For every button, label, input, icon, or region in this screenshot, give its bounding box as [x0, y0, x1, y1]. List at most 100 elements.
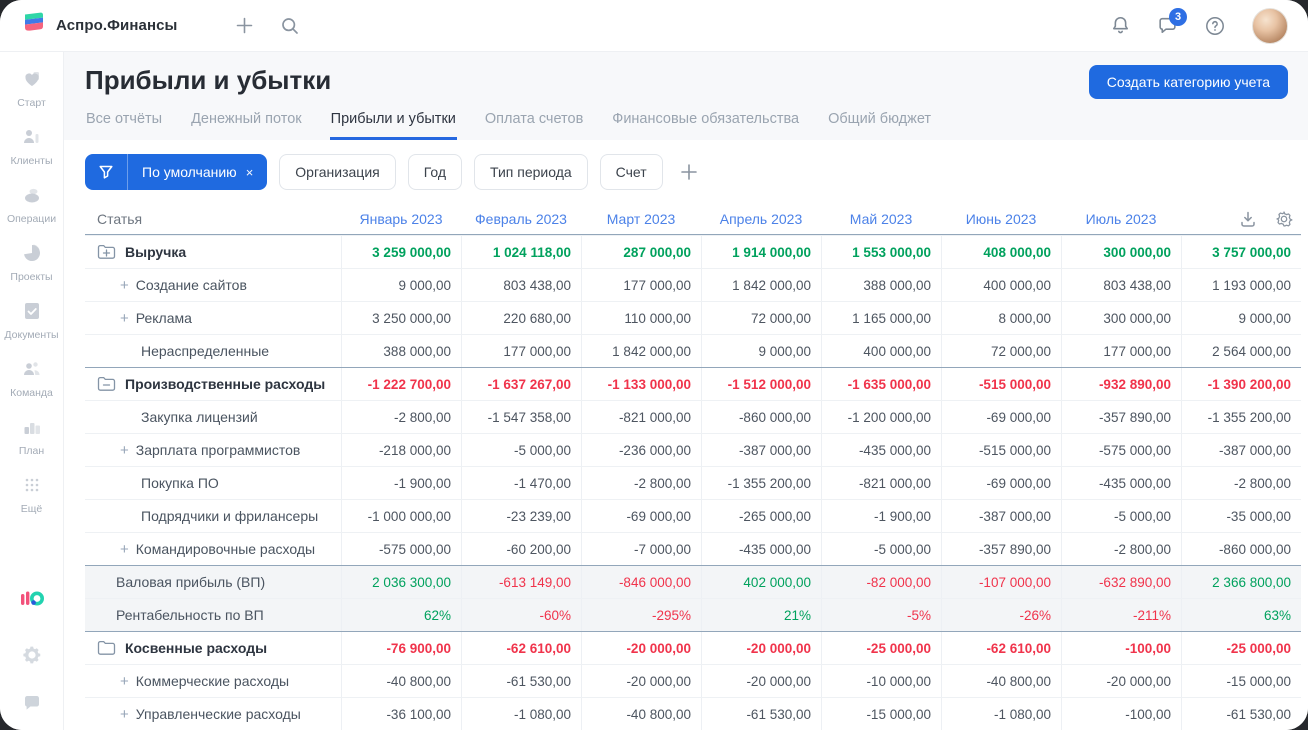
tab-Финансовые обязательства[interactable]: Финансовые обязательства — [611, 111, 800, 140]
cell-value: 803 438,00 — [1061, 269, 1181, 301]
sidebar-item-Клиенты[interactable]: Клиенты — [2, 126, 62, 167]
row-label[interactable]: + Зарплата программистов — [85, 434, 341, 466]
team-icon — [21, 358, 43, 383]
row-label[interactable]: Производственные расходы — [85, 368, 341, 400]
filter-chip-Тип периода[interactable]: Тип периода — [474, 154, 588, 190]
support-chat-icon[interactable] — [21, 692, 43, 714]
cell-value: 21% — [701, 599, 821, 631]
app-logo-icon — [20, 10, 46, 41]
cell-value: 9 000,00 — [341, 269, 461, 301]
filter-funnel-icon — [85, 154, 127, 190]
notifications-bell-icon[interactable] — [1110, 15, 1131, 36]
row-label-text: Коммерческие расходы — [135, 673, 290, 689]
sidebar-item-План[interactable]: План — [2, 416, 62, 457]
cell-value: 1 914 000,00 — [701, 236, 821, 268]
folder-icon[interactable] — [97, 640, 116, 656]
expand-plus-icon[interactable]: + — [120, 311, 129, 326]
sidebar-item-label: Команда — [10, 387, 53, 399]
start-icon — [21, 68, 43, 93]
row-label[interactable]: Косвенные расходы — [85, 632, 341, 664]
column-header-month[interactable]: Январь 2023 — [341, 203, 461, 234]
row-label[interactable]: + Создание сайтов — [85, 269, 341, 301]
cell-value: -62 610,00 — [941, 632, 1061, 664]
page-header: Прибыли и убытки Создать категорию учета… — [64, 52, 1308, 140]
filter-chip-Организация[interactable]: Организация — [279, 154, 396, 190]
sidebar-item-Операции[interactable]: Операции — [2, 184, 62, 225]
settings-gear-icon[interactable] — [21, 644, 43, 666]
cell-value: -62 610,00 — [461, 632, 581, 664]
filter-chip-Год[interactable]: Год — [407, 154, 463, 190]
sidebar-item-Команда[interactable]: Команда — [2, 358, 62, 399]
expand-plus-icon[interactable]: + — [120, 542, 129, 557]
table-rows: Выручка 3 259 000,00 1 024 118,00 287 000,0… — [85, 235, 1301, 730]
messages-icon[interactable]: 3 — [1157, 8, 1187, 36]
search-icon[interactable] — [280, 16, 300, 36]
cell-value: -1 900,00 — [821, 500, 941, 532]
cell-value: -821 000,00 — [581, 401, 701, 433]
cell-value: -15 000,00 — [1181, 665, 1301, 697]
cell-value: -1 635 000,00 — [821, 368, 941, 400]
download-icon[interactable] — [1239, 210, 1257, 228]
column-header-month[interactable]: Июль 2023 — [1061, 203, 1181, 234]
expand-plus-icon[interactable]: + — [120, 278, 129, 293]
row-label[interactable]: + Коммерческие расходы — [85, 665, 341, 697]
expand-plus-icon[interactable]: + — [120, 443, 129, 458]
cell-value: 3 757 000,00 — [1181, 236, 1301, 268]
row-label[interactable]: + Реклама — [85, 302, 341, 334]
cell-value: -357 890,00 — [1061, 401, 1181, 433]
cell-value: -211% — [1061, 599, 1181, 631]
sidebar-item-Ещё[interactable]: Ещё — [2, 474, 62, 515]
row-label[interactable]: Выручка — [85, 236, 341, 268]
expand-plus-icon[interactable]: + — [120, 674, 129, 689]
app-window: Аспро.Финансы 3 Старт Клиенты Операции П… — [0, 0, 1308, 730]
tab-Все отчёты[interactable]: Все отчёты — [85, 111, 163, 140]
tab-Прибыли и убытки[interactable]: Прибыли и убытки — [329, 111, 457, 140]
cell-value: 220 680,00 — [461, 302, 581, 334]
column-header-month[interactable]: Июнь 2023 — [941, 203, 1061, 234]
help-icon[interactable] — [1204, 15, 1226, 37]
tab-Общий бюджет[interactable]: Общий бюджет — [827, 111, 932, 140]
table-row: + Коммерческие расходы -40 800,00 -61 530,0… — [85, 664, 1301, 697]
add-button[interactable] — [235, 16, 254, 35]
cell-value: -69 000,00 — [941, 467, 1061, 499]
table-settings-gear-icon[interactable] — [1275, 210, 1293, 228]
sidebar-item-label: План — [18, 445, 45, 457]
tab-Денежный поток[interactable]: Денежный поток — [190, 111, 303, 140]
row-label-text: Закупка лицензий — [141, 409, 258, 425]
row-label[interactable]: + Командировочные расходы — [85, 533, 341, 565]
user-avatar[interactable] — [1252, 7, 1288, 44]
sidebar-item-label: Старт — [17, 97, 46, 109]
filter-chip-Счет[interactable]: Счет — [599, 154, 663, 190]
column-header-month[interactable]: Февраль 2023 — [461, 203, 581, 234]
row-label[interactable]: + Управленческие расходы — [85, 698, 341, 730]
cell-value: -20 000,00 — [701, 632, 821, 664]
cell-value: -613 149,00 — [461, 566, 581, 598]
remove-filter-icon[interactable]: × — [246, 165, 254, 180]
table-row: Косвенные расходы -76 900,00 -62 610,00 -20… — [85, 631, 1301, 664]
column-header-month[interactable]: Апрель 2023 — [701, 203, 821, 234]
expand-plus-icon[interactable]: + — [120, 707, 129, 722]
active-filter-default[interactable]: По умолчанию × — [85, 154, 268, 190]
cell-value: -1 470,00 — [461, 467, 581, 499]
sidebar-item-Документы[interactable]: Документы — [2, 300, 62, 341]
folder-minus-icon[interactable] — [97, 376, 116, 392]
cell-value: -107 000,00 — [941, 566, 1061, 598]
column-header-month[interactable]: Май 2023 — [821, 203, 941, 234]
cell-value: -932 890,00 — [1061, 368, 1181, 400]
sidebar-item-Проекты[interactable]: Проекты — [2, 242, 62, 283]
sidebar-item-Старт[interactable]: Старт — [2, 68, 62, 109]
create-category-button[interactable]: Создать категорию учета — [1088, 65, 1288, 99]
table-header-row: Статья Январь 2023 Февраль 2023 Март 2023 А… — [85, 203, 1301, 235]
cell-value: -60 200,00 — [461, 533, 581, 565]
column-header-month[interactable]: Март 2023 — [581, 203, 701, 234]
tab-Оплата счетов[interactable]: Оплата счетов — [484, 111, 584, 140]
row-label-text: Реклама — [135, 310, 192, 326]
cell-value: -40 800,00 — [941, 665, 1061, 697]
cell-value: 2 366 800,00 — [1181, 566, 1301, 598]
cell-value: -100,00 — [1061, 698, 1181, 730]
cell-value: -7 000,00 — [581, 533, 701, 565]
add-filter-button[interactable] — [679, 162, 699, 182]
cell-value: -76 900,00 — [341, 632, 461, 664]
row-label: Рентабельность по ВП — [85, 599, 341, 631]
folder-plus-icon[interactable] — [97, 244, 116, 260]
